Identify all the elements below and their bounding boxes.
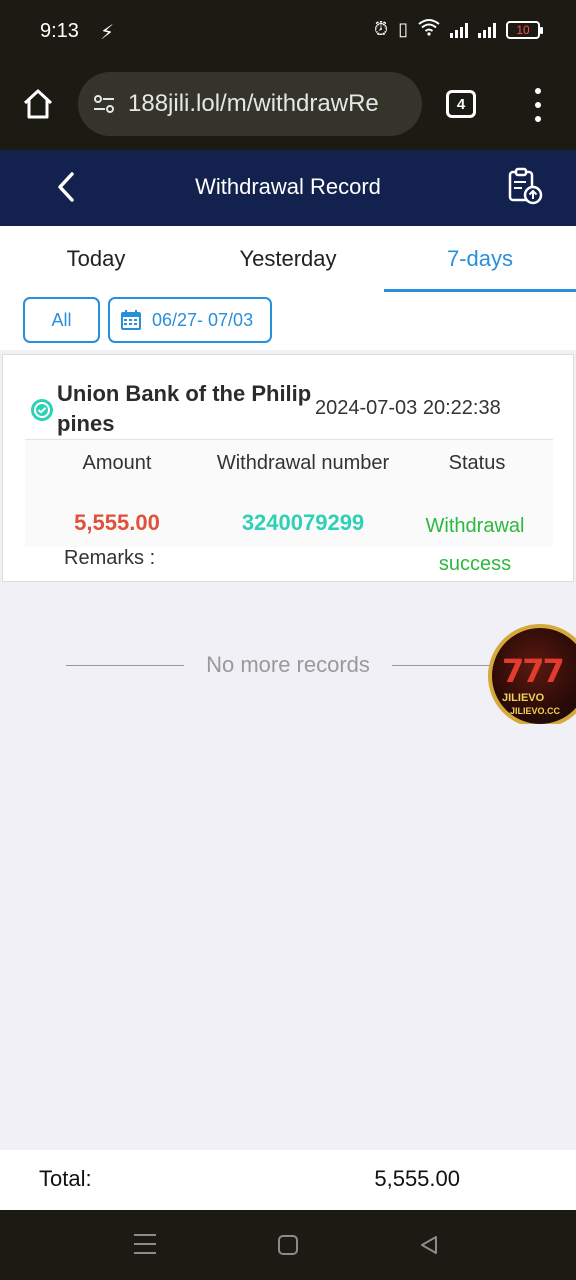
- total-label: Total:: [39, 1166, 92, 1191]
- home-icon[interactable]: [278, 1235, 298, 1255]
- tab-today[interactable]: Today: [0, 226, 192, 292]
- signal-icon: [450, 22, 468, 38]
- amount-value: 5,555.00: [74, 510, 160, 535]
- date-range-button[interactable]: 06/27- 07/03: [108, 297, 272, 343]
- status-time: 9:13: [40, 20, 79, 42]
- back-triangle-icon[interactable]: [418, 1234, 440, 1256]
- withdrawal-number-value: 3240079299: [241, 510, 365, 535]
- address-bar[interactable]: 188jili.lol/m/withdrawRe: [78, 72, 422, 136]
- tab-switcher-button[interactable]: 4: [446, 90, 476, 118]
- badge-site: JILIEVO.CC: [510, 706, 561, 716]
- browser-home-icon[interactable]: [20, 86, 56, 122]
- system-nav-bar: [0, 1210, 576, 1280]
- battery-icon: 10: [506, 20, 543, 39]
- date-range-text: 06/27- 07/03: [152, 309, 254, 330]
- calendar-icon: [120, 309, 142, 331]
- period-tabs: Today Yesterday 7-days: [0, 226, 576, 292]
- amount-header: Amount: [82, 452, 152, 474]
- withdrawal-record-card[interactable]: Union Bank of the Philippines 2024-07-03…: [2, 354, 574, 582]
- bank-check-icon: [31, 399, 53, 421]
- url-text: 188jili.lol/m/withdrawRe: [128, 90, 379, 117]
- record-datetime: 2024-07-03 20:22:38: [315, 397, 501, 419]
- charging-bolt-icon: ⚡︎: [100, 22, 115, 44]
- clipboard-upload-icon[interactable]: [504, 166, 544, 206]
- browser-toolbar: 188jili.lol/m/withdrawRe 4: [0, 66, 576, 150]
- promo-floating-badge[interactable]: 777 JILIEVO JILIEVO.CC: [488, 624, 576, 724]
- withdrawal-number-header: Withdrawal number: [216, 452, 390, 474]
- badge-numbers: 777: [502, 652, 565, 690]
- total-bar: Total: 5,555.00: [0, 1150, 576, 1210]
- slot-777-logo: 777 JILIEVO JILIEVO.CC: [488, 624, 576, 724]
- status-icons: ⏰︎ ▯ 10: [374, 18, 543, 41]
- recent-apps-icon[interactable]: [134, 1234, 156, 1254]
- vibrate-icon: ▯: [398, 19, 408, 39]
- remarks-label-text: Remarks: [64, 547, 145, 569]
- alarm-icon: ⏰︎: [374, 19, 389, 39]
- status-header: Status: [448, 452, 506, 474]
- remarks-label: Remarks :: [64, 547, 156, 569]
- badge-brand: JILIEVO: [502, 692, 545, 704]
- status-bar: 9:13 ⚡︎ ⏰︎ ▯ 10: [0, 0, 576, 66]
- wifi-icon: [418, 18, 440, 41]
- page-title: Withdrawal Record: [195, 174, 381, 199]
- status-value: Withdrawal success: [425, 515, 525, 575]
- filter-row: All 06/27- 07/03: [0, 292, 576, 350]
- more-menu-icon[interactable]: [528, 88, 548, 122]
- bank-name: Union Bank of the Philippines: [57, 381, 312, 436]
- tab-7-days[interactable]: 7-days: [384, 226, 576, 292]
- site-settings-icon[interactable]: [90, 90, 118, 118]
- filter-all-button[interactable]: All: [23, 297, 100, 343]
- total-value: 5,555.00: [374, 1166, 460, 1191]
- app-header: Withdrawal Record: [0, 150, 576, 226]
- signal-icon-2: [478, 22, 496, 38]
- tab-yesterday[interactable]: Yesterday: [192, 226, 384, 292]
